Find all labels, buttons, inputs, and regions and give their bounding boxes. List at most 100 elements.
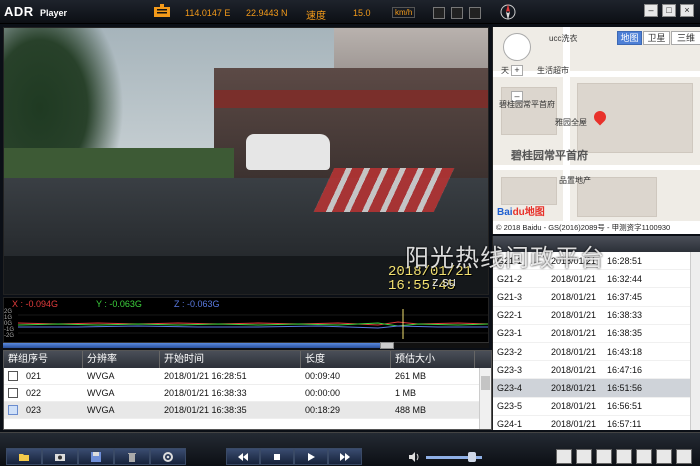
event-list-item[interactable]: G23-1 2018/01/21 16:38:35 xyxy=(493,325,700,343)
playback-progress-thumb[interactable] xyxy=(379,342,394,349)
map-poi-label: 天 xyxy=(501,66,509,75)
table-scrollbar-thumb[interactable] xyxy=(481,376,490,390)
tray-button-mirror[interactable] xyxy=(596,449,612,464)
row-resolution: WVGA xyxy=(87,388,115,398)
tray-button-language[interactable] xyxy=(656,449,672,464)
snapshot-button[interactable] xyxy=(42,448,78,465)
row-checkbox[interactable] xyxy=(8,371,18,382)
watermark-subtext: z.su xyxy=(432,274,456,289)
map-pan-control[interactable] xyxy=(503,33,531,61)
speed-readout: 15.0 xyxy=(353,8,371,18)
table-row[interactable]: 022 WVGA 2018/01/21 16:38:33 00:00:00 1 … xyxy=(4,385,491,402)
event-list-item[interactable]: G23-3 2018/01/21 16:47:16 xyxy=(493,361,700,380)
rewind-button[interactable] xyxy=(226,448,260,465)
layout-fullscreen-button[interactable] xyxy=(469,7,481,19)
row-start-time: 2018/01/21 16:28:51 xyxy=(164,371,247,381)
event-date: 2018/01/21 xyxy=(551,401,597,412)
stop-button[interactable] xyxy=(260,448,294,465)
row-length: 00:18:29 xyxy=(305,405,341,415)
speed-unit-toggle[interactable]: km/h xyxy=(392,7,416,18)
playback-progress-fill xyxy=(3,343,387,348)
event-list-item[interactable]: G23-5 2018/01/21 16:56:51 xyxy=(493,398,700,416)
volume-slider-thumb[interactable] xyxy=(467,452,476,462)
map-panel[interactable]: + – 地图 卫星 三维 ucc洗衣 天 生活超市 碧桂园常平首府 雅园全屋 碧… xyxy=(492,27,700,234)
row-start-time: 2018/01/21 16:38:33 xyxy=(164,388,247,398)
event-id: G23-1 xyxy=(497,328,523,339)
event-date: 2018/01/21 xyxy=(551,273,597,284)
table-header-size[interactable]: 预估大小 xyxy=(391,351,475,368)
row-resolution: WVGA xyxy=(87,405,115,415)
top-bar: ADR Player 114.0147 E 22.9443 N 速度 15.0 … xyxy=(0,0,700,24)
layout-split-button[interactable] xyxy=(451,7,463,19)
map-zoom-in-button[interactable]: + xyxy=(511,65,523,76)
app-logo: ADR xyxy=(4,4,34,19)
app-logo-subtitle: Player xyxy=(40,8,68,18)
table-header-resolution[interactable]: 分辨率 xyxy=(83,351,160,368)
table-scrollbar[interactable] xyxy=(479,368,491,429)
event-list-item[interactable]: G21-3 2018/01/21 16:37:45 xyxy=(493,288,700,307)
tray-button-info[interactable] xyxy=(676,449,692,464)
row-checkbox[interactable] xyxy=(8,388,18,399)
delete-button[interactable] xyxy=(114,448,150,465)
event-date: 2018/01/21 xyxy=(551,291,597,302)
table-header-start-time[interactable]: 开始时间 xyxy=(160,351,301,368)
volume-icon[interactable] xyxy=(408,451,420,463)
tray-button-map[interactable] xyxy=(556,449,572,464)
event-time: 16:43:18 xyxy=(607,346,643,357)
event-list-item[interactable]: G23-2 2018/01/21 16:43:18 xyxy=(493,343,700,362)
event-list-item[interactable]: G22-1 2018/01/21 16:38:33 xyxy=(493,307,700,325)
folder-icon xyxy=(19,453,29,461)
event-time: 16:32:44 xyxy=(607,273,643,284)
event-id: G22-1 xyxy=(497,310,523,321)
layout-single-button[interactable] xyxy=(433,7,445,19)
table-header-length[interactable]: 长度 xyxy=(301,351,391,368)
gps-satellite-icon xyxy=(154,4,170,17)
minimize-button[interactable]: – xyxy=(644,4,658,17)
event-id: G23-3 xyxy=(497,364,523,375)
event-list-item[interactable]: G24-1 2018/01/21 16:57:11 xyxy=(493,416,700,430)
map-type-tab-0[interactable]: 地图 xyxy=(617,31,642,45)
event-time: 16:56:51 xyxy=(607,401,643,412)
event-time: 16:51:56 xyxy=(607,382,643,393)
latitude-readout: 22.9443 N xyxy=(246,8,288,18)
map-type-tab-1[interactable]: 卫星 xyxy=(643,31,670,45)
gsensor-waveform xyxy=(18,309,488,339)
save-button[interactable] xyxy=(78,448,114,465)
compass-icon xyxy=(500,4,516,20)
video-scene-car xyxy=(246,134,330,170)
bottom-toolbar xyxy=(0,432,700,466)
tray-button-help[interactable] xyxy=(636,449,652,464)
event-id: G23-4 xyxy=(497,382,523,393)
event-time: 16:28:51 xyxy=(607,255,643,266)
open-folder-button[interactable] xyxy=(6,448,42,465)
event-list-item[interactable]: G23-4 2018/01/21 16:51:56 xyxy=(493,379,700,398)
play-button[interactable] xyxy=(294,448,328,465)
map-area-label: 碧桂园常平首府 xyxy=(511,150,588,162)
event-time: 16:38:33 xyxy=(607,310,643,321)
tray-button-chart[interactable] xyxy=(616,449,632,464)
close-button[interactable]: × xyxy=(680,4,694,17)
row-checkbox[interactable] xyxy=(8,405,18,416)
event-date: 2018/01/21 xyxy=(551,310,597,321)
event-list-scrollbar[interactable] xyxy=(690,252,700,430)
maximize-button[interactable]: □ xyxy=(662,4,676,17)
settings-button[interactable] xyxy=(150,448,186,465)
map-type-tab-2[interactable]: 三维 xyxy=(671,31,700,45)
save-icon xyxy=(91,451,101,462)
row-group-id: 022 xyxy=(26,387,42,398)
table-row[interactable]: 021 WVGA 2018/01/21 16:28:51 00:09:40 26… xyxy=(4,368,491,385)
row-resolution: WVGA xyxy=(87,371,115,381)
baidu-logo: Baidu地图 xyxy=(497,207,545,218)
row-length: 00:09:40 xyxy=(305,371,341,381)
playback-progress-bar[interactable] xyxy=(3,342,489,349)
row-group-id: 023 xyxy=(26,404,42,415)
table-row[interactable]: 023 WVGA 2018/01/21 16:38:35 00:18:29 48… xyxy=(4,402,491,419)
map-poi-label: 生活超市 xyxy=(537,66,569,75)
row-length: 00:00:00 xyxy=(305,388,341,398)
tray-button-rotate[interactable] xyxy=(576,449,592,464)
fast-forward-button[interactable] xyxy=(328,448,362,465)
play-icon xyxy=(308,452,315,461)
gsensor-z-readout: Z : -0.063G xyxy=(174,299,220,309)
video-scene-barrier xyxy=(313,168,455,212)
table-header-group-id[interactable]: 群组序号 xyxy=(4,351,83,368)
